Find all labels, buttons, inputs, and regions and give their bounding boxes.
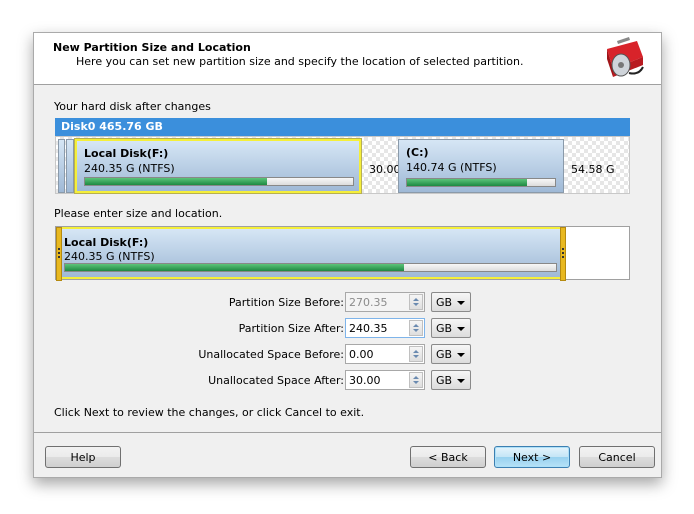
- partition-size: 140.74 G (NTFS): [406, 161, 497, 174]
- toolbox-disk-icon: [607, 37, 644, 77]
- spinner[interactable]: [409, 346, 423, 362]
- partition-f[interactable]: Local Disk(F:) 240.35 G (NTFS): [74, 138, 362, 194]
- unallocated-label: 54.58 G: [571, 163, 615, 176]
- spin-down-icon: [413, 303, 419, 306]
- partition-small-2[interactable]: [66, 139, 74, 193]
- field-label: Unallocated Space After:: [208, 374, 344, 387]
- partition-size-before-field: [346, 293, 408, 311]
- edit-section-label: Please enter size and location.: [54, 207, 223, 220]
- partition-size: 240.35 G (NTFS): [64, 250, 155, 263]
- partition-small-1[interactable]: [58, 139, 65, 193]
- back-button[interactable]: < Back: [410, 446, 486, 468]
- unit-select[interactable]: GB: [431, 344, 471, 364]
- page-title: New Partition Size and Location: [53, 41, 251, 54]
- partition-name: Local Disk(F:): [64, 236, 149, 249]
- usage-fill: [407, 179, 527, 186]
- disk-section-label: Your hard disk after changes: [54, 100, 211, 113]
- unallocated-label: 30.00: [369, 163, 401, 176]
- help-button[interactable]: Help: [45, 446, 121, 468]
- unit-value: GB: [436, 296, 453, 309]
- wizard-header: New Partition Size and Location Here you…: [34, 33, 661, 85]
- partition-size-after-field[interactable]: [346, 319, 408, 337]
- usage-fill: [65, 264, 404, 271]
- usage-bar: [64, 263, 557, 272]
- unit-select[interactable]: GB: [431, 292, 471, 312]
- right-resize-handle[interactable]: [560, 227, 566, 281]
- cancel-button[interactable]: Cancel: [579, 446, 655, 468]
- partition-size-after-input[interactable]: [345, 318, 425, 338]
- footer-divider: [34, 432, 661, 433]
- page-subtitle: Here you can set new partition size and …: [76, 55, 524, 68]
- spin-up-icon[interactable]: [413, 324, 419, 327]
- chevron-down-icon: [457, 327, 465, 331]
- disk-header: Disk0 465.76 GB: [55, 118, 630, 136]
- partition-name: Local Disk(F:): [84, 147, 169, 160]
- spin-down-icon[interactable]: [413, 329, 419, 332]
- field-label: Unallocated Space Before:: [198, 348, 344, 361]
- spinner[interactable]: [409, 372, 423, 388]
- spinner: [409, 294, 423, 310]
- unit-select[interactable]: GB: [431, 370, 471, 390]
- chevron-down-icon: [457, 301, 465, 305]
- spinner[interactable]: [409, 320, 423, 336]
- partition-c[interactable]: (C:) 140.74 G (NTFS): [398, 139, 564, 193]
- partition-name: (C:): [406, 146, 429, 159]
- spin-down-icon[interactable]: [413, 355, 419, 358]
- form-row-unallocated-before: Unallocated Space Before: GB: [34, 344, 661, 365]
- unit-value: GB: [436, 322, 453, 335]
- unit-select[interactable]: GB: [431, 318, 471, 338]
- unallocated-before-input[interactable]: [345, 344, 425, 364]
- spin-down-icon[interactable]: [413, 381, 419, 384]
- chevron-down-icon: [457, 353, 465, 357]
- hint-text: Click Next to review the changes, or cli…: [54, 406, 365, 419]
- form-row-partition-size-after: Partition Size After: GB: [34, 318, 661, 339]
- spin-up-icon: [413, 298, 419, 301]
- usage-fill: [85, 178, 268, 185]
- spin-up-icon[interactable]: [413, 376, 419, 379]
- chevron-down-icon: [457, 379, 465, 383]
- unallocated-after-input[interactable]: [345, 370, 425, 390]
- usage-bar: [406, 178, 556, 187]
- field-label: Partition Size After:: [238, 322, 344, 335]
- partition-wizard-dialog: New Partition Size and Location Here you…: [33, 32, 662, 478]
- field-label: Partition Size Before:: [228, 296, 344, 309]
- spin-up-icon[interactable]: [413, 350, 419, 353]
- disk-map: Local Disk(F:) 240.35 G (NTFS) 30.00 (C:…: [55, 136, 630, 194]
- form-row-partition-size-before: Partition Size Before: GB: [34, 292, 661, 313]
- unit-value: GB: [436, 348, 453, 361]
- usage-bar: [84, 177, 354, 186]
- partition-resize-map: Local Disk(F:) 240.35 G (NTFS): [55, 226, 630, 281]
- next-button[interactable]: Next >: [494, 446, 570, 468]
- partition-size-before-input: [345, 292, 425, 312]
- form-row-unallocated-after: Unallocated Space After: GB: [34, 370, 661, 391]
- unit-value: GB: [436, 374, 453, 387]
- resizable-partition[interactable]: Local Disk(F:) 240.35 G (NTFS): [56, 227, 566, 281]
- partition-size: 240.35 G (NTFS): [84, 162, 175, 175]
- unallocated-before-field[interactable]: [346, 345, 408, 363]
- unallocated-after-field[interactable]: [346, 371, 408, 389]
- left-resize-handle[interactable]: [56, 227, 62, 281]
